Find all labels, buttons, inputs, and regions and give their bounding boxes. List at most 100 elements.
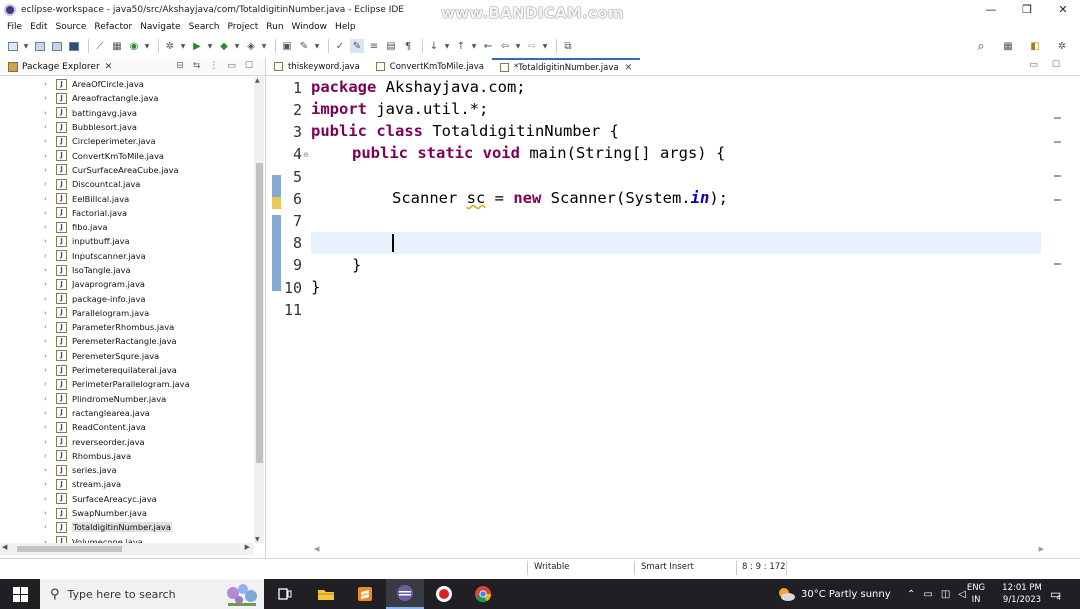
- coverage-icon[interactable]: ◉: [127, 39, 141, 53]
- expand-arrow-icon[interactable]: ›: [44, 180, 52, 188]
- scroll-right-icon[interactable]: ▶: [1039, 545, 1044, 553]
- expand-arrow-icon[interactable]: ›: [44, 523, 52, 531]
- expand-arrow-icon[interactable]: ›: [44, 409, 52, 417]
- menu-file[interactable]: File: [3, 22, 26, 32]
- tree-item[interactable]: › Jpackage-info.java: [0, 291, 254, 305]
- minimize-view-icon[interactable]: ▭: [227, 61, 236, 71]
- expand-arrow-icon[interactable]: ›: [44, 337, 52, 345]
- view-menu-icon[interactable]: ⋮: [209, 61, 218, 71]
- expand-arrow-icon[interactable]: ›: [44, 509, 52, 517]
- forward-icon[interactable]: ⇨: [525, 39, 539, 53]
- save-icon[interactable]: [33, 39, 47, 53]
- chevron-down-icon[interactable]: ▼: [444, 39, 450, 53]
- pin-editor-icon[interactable]: ⧉: [561, 39, 575, 53]
- close-button[interactable]: ✕: [1046, 0, 1080, 19]
- new-java-project-icon[interactable]: ◈: [244, 39, 258, 53]
- tree-item[interactable]: › J CurSurfaceAreaCube.java: [0, 163, 254, 177]
- tree-item[interactable]: › J Inputscanner.java: [0, 249, 254, 263]
- scroll-up-icon[interactable]: ▲: [255, 77, 260, 84]
- horizontal-scrollbar[interactable]: ◀ ▶: [0, 543, 254, 555]
- expand-arrow-icon[interactable]: ›: [44, 237, 52, 245]
- expand-arrow-icon[interactable]: ›: [44, 280, 52, 288]
- external-tools-icon[interactable]: ◆: [217, 39, 231, 53]
- tree-item[interactable]: › Jbattingavg.java: [0, 106, 254, 120]
- expand-arrow-icon[interactable]: ›: [44, 195, 52, 203]
- battery-icon[interactable]: ◫: [941, 589, 950, 600]
- expand-arrow-icon[interactable]: ›: [44, 166, 52, 174]
- scrollbar-thumb[interactable]: [17, 546, 122, 552]
- tree-item[interactable]: › J EelBillcal.java: [0, 191, 254, 205]
- tree-item[interactable]: › J SurfaceAreacyc.java: [0, 492, 254, 506]
- expand-arrow-icon[interactable]: ›: [44, 223, 52, 231]
- taskbar-search[interactable]: ⚲ Type here to search: [40, 579, 264, 609]
- tree-item[interactable]: › J Bubblesort.java: [0, 120, 254, 134]
- start-button[interactable]: [0, 579, 40, 609]
- run-icon[interactable]: ▶: [190, 39, 204, 53]
- notification-center[interactable]: ▭ 4: [1050, 579, 1061, 609]
- menu-source[interactable]: Source: [52, 22, 91, 32]
- menu-run[interactable]: Run: [262, 22, 287, 32]
- tree-item[interactable]: › J ReadContent.java: [0, 420, 254, 434]
- tree-item[interactable]: › J PeremeterSqure.java: [0, 349, 254, 363]
- scrollbar-thumb[interactable]: [256, 163, 263, 463]
- minimize-button[interactable]: —: [974, 0, 1008, 19]
- chrome-icon[interactable]: [464, 579, 502, 609]
- expand-arrow-icon[interactable]: ›: [44, 137, 52, 145]
- close-tab-icon[interactable]: ✕: [625, 63, 633, 73]
- eclipse-taskbar-icon[interactable]: [386, 579, 424, 609]
- scroll-right-icon[interactable]: ▶: [245, 543, 250, 551]
- chevron-down-icon[interactable]: ▼: [261, 39, 267, 53]
- tree-item[interactable]: › J Perimeterequilateral.java: [0, 363, 254, 377]
- expand-arrow-icon[interactable]: ›: [44, 395, 52, 403]
- new-icon[interactable]: [6, 39, 20, 53]
- tab-convertkmtomile[interactable]: ConvertKmToMile.java: [368, 58, 492, 75]
- tree-item[interactable]: › J Parallelogram.java: [0, 306, 254, 320]
- open-task-icon[interactable]: ✎: [297, 39, 311, 53]
- tree-item[interactable]: › J Areaofractangle.java: [0, 91, 254, 105]
- terminal-icon[interactable]: [67, 39, 81, 53]
- block-selection-icon[interactable]: ▤: [384, 39, 398, 53]
- next-annotation-icon[interactable]: ↓: [427, 39, 441, 53]
- skip-breakpoints-icon[interactable]: ⟋: [93, 39, 107, 53]
- expand-arrow-icon[interactable]: ›: [44, 209, 52, 217]
- menu-help[interactable]: Help: [331, 22, 360, 32]
- scroll-left-icon[interactable]: ◀: [314, 545, 319, 553]
- sublime-text-icon[interactable]: [346, 579, 384, 609]
- expand-arrow-icon[interactable]: ›: [44, 466, 52, 474]
- tree-item[interactable]: › Jinputbuff.java: [0, 234, 254, 248]
- task-view-icon[interactable]: [266, 579, 304, 609]
- network-icon[interactable]: ▭: [923, 589, 932, 600]
- expand-arrow-icon[interactable]: ›: [44, 94, 52, 102]
- annotation-icon[interactable]: ✓: [333, 39, 347, 53]
- tree-item[interactable]: › J IsoTangle.java: [0, 263, 254, 277]
- tab-thiskeyword[interactable]: thiskeyword.java: [266, 58, 368, 75]
- tree-item[interactable]: › Jreverseorder.java: [0, 434, 254, 448]
- back-icon[interactable]: ⇦: [498, 39, 512, 53]
- minimize-view-icon[interactable]: ▭: [1029, 60, 1038, 70]
- tree-item[interactable]: › J PlindromeNumber.java: [0, 392, 254, 406]
- debug-icon[interactable]: ✲: [163, 39, 177, 53]
- expand-arrow-icon[interactable]: ›: [44, 252, 52, 260]
- tree-item[interactable]: › Jractanglearea.java: [0, 406, 254, 420]
- tree-item[interactable]: › J Volumecone.java: [0, 535, 254, 543]
- package-explorer-title[interactable]: Package Explorer: [22, 62, 100, 72]
- menu-project[interactable]: Project: [223, 22, 262, 32]
- taskbar-clock[interactable]: 12:01 PM 9/1/2023: [1000, 582, 1044, 606]
- chevron-down-icon[interactable]: ▼: [180, 39, 186, 53]
- tree-item[interactable]: › J PerimeterParallelogram.java: [0, 377, 254, 391]
- tree-item[interactable]: › J TotaldigitinNumber.java: [0, 520, 254, 534]
- tree-item[interactable]: › J AreaOfCircle.java: [0, 77, 254, 91]
- previous-annotation-icon[interactable]: ↑: [454, 39, 468, 53]
- expand-arrow-icon[interactable]: ›: [44, 495, 52, 503]
- tree-item[interactable]: › J Discountcal.java: [0, 177, 254, 191]
- code-area[interactable]: 1 2 3 4 5 6 7 8 9 10 11 ⊖ package Akshay…: [266, 77, 1066, 537]
- maximize-button[interactable]: ❐: [1010, 0, 1044, 19]
- highlight-icon[interactable]: ✎: [350, 39, 364, 53]
- maximize-view-icon[interactable]: ☐: [1052, 60, 1060, 70]
- chevron-up-icon[interactable]: ⌃: [907, 589, 915, 600]
- chevron-down-icon[interactable]: ▼: [515, 39, 521, 53]
- weather-widget[interactable]: 30°C Partly sunny: [776, 579, 891, 609]
- expand-arrow-icon[interactable]: ›: [44, 380, 52, 388]
- expand-arrow-icon[interactable]: ›: [44, 452, 52, 460]
- save-all-icon[interactable]: [50, 39, 64, 53]
